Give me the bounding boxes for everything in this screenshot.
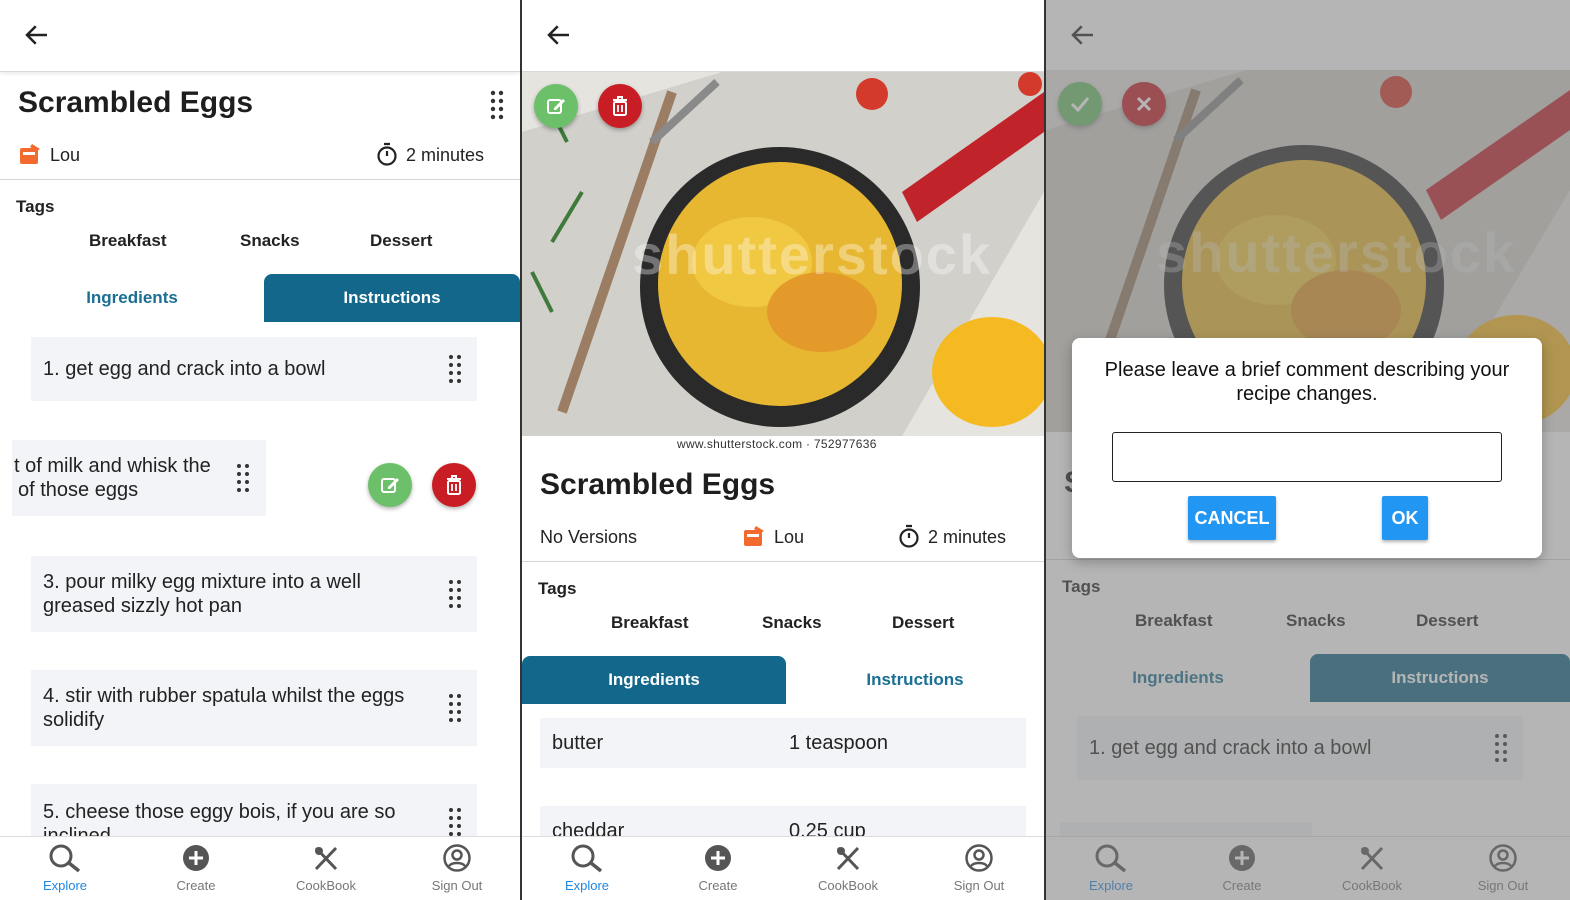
- tab-instructions[interactable]: Instructions: [264, 274, 520, 322]
- edit-icon: [547, 99, 565, 114]
- plus-circle-icon: [183, 845, 209, 871]
- panel-instructions-swipe: Scrambled Eggs Lou 2 minutes Tags Breakf…: [0, 0, 520, 900]
- instruction-item[interactable]: 4. stir with rubber spatula whilst the e…: [31, 670, 477, 746]
- cook-time: 2 minutes: [406, 145, 485, 165]
- plus-circle-icon: [705, 845, 731, 871]
- nav-label: CookBook: [818, 878, 878, 893]
- top-bar: [522, 0, 1044, 72]
- tag-breakfast[interactable]: Breakfast: [89, 231, 167, 251]
- tag-dessert[interactable]: Dessert: [370, 231, 432, 251]
- tag-snacks[interactable]: Snacks: [240, 231, 300, 251]
- account-icon: [965, 844, 993, 872]
- tags-label: Tags: [538, 579, 577, 598]
- author-name: Lou: [774, 527, 805, 547]
- nav-sign-out[interactable]: Sign Out: [407, 843, 507, 893]
- ingredient-amount: 1 teaspoon: [789, 732, 888, 754]
- recipe-title: Scrambled Eggs: [18, 86, 254, 119]
- author-name: Lou: [50, 145, 81, 165]
- search-icon: [571, 844, 603, 873]
- cook-time: 2 minutes: [928, 527, 1007, 547]
- instruction-text: 1. get egg and crack into a bowl: [43, 358, 326, 380]
- back-arrow-icon[interactable]: [22, 20, 52, 50]
- bottom-nav: Explore Create CookBook Sign Out: [0, 836, 520, 900]
- instruction-item[interactable]: 1. get egg and crack into a bowl: [31, 337, 477, 401]
- recipe-photo: shutterstock: [522, 72, 1044, 436]
- ingredient-row[interactable]: butter 1 teaspoon: [540, 718, 1026, 768]
- back-arrow-icon[interactable]: [544, 20, 574, 50]
- nav-label: Sign Out: [953, 878, 1005, 893]
- instruction-item[interactable]: 3. pour milky egg mixture into a well gr…: [31, 556, 477, 632]
- panel-ingredients: shutterstock www.shutterstock.com · 7529…: [522, 0, 1044, 900]
- panel-comment-dialog: shutterstock Scrambled Eggs Lou 2 minute…: [1046, 0, 1570, 900]
- versions-label[interactable]: No Versions: [540, 527, 637, 548]
- ingredient-name: butter: [552, 732, 604, 754]
- tag-snacks[interactable]: Snacks: [762, 613, 822, 633]
- nav-create[interactable]: Create: [668, 843, 768, 893]
- nav-cookbook[interactable]: CookBook: [276, 843, 376, 893]
- nav-label: Explore: [42, 878, 88, 893]
- tab-ingredients[interactable]: Ingredients: [0, 274, 264, 322]
- nav-explore[interactable]: Explore: [15, 843, 115, 893]
- recipe-title: Scrambled Eggs: [540, 468, 776, 501]
- instruction-text: 3. pour milky egg mixture into a well gr…: [43, 571, 361, 617]
- tag-dessert[interactable]: Dessert: [892, 613, 954, 633]
- tab-ingredients[interactable]: Ingredients: [522, 656, 786, 704]
- tag-breakfast[interactable]: Breakfast: [611, 613, 689, 633]
- search-icon: [49, 844, 81, 873]
- fork-knife-icon: [314, 846, 338, 871]
- chef-hat-icon: [744, 526, 764, 546]
- chef-hat-icon: [20, 144, 40, 164]
- nav-sign-out[interactable]: Sign Out: [929, 843, 1029, 893]
- drag-handle-icon[interactable]: [448, 807, 462, 837]
- nav-cookbook[interactable]: CookBook: [798, 843, 898, 893]
- dialog-message: Please leave a brief comment describing …: [1104, 359, 1510, 405]
- delete-step-button[interactable]: [432, 463, 476, 507]
- drag-handle-icon[interactable]: [490, 90, 504, 122]
- edit-icon: [381, 478, 399, 493]
- timer-icon: [899, 524, 919, 548]
- top-bar: [0, 0, 520, 72]
- divider: [0, 179, 520, 180]
- drag-handle-icon[interactable]: [236, 463, 250, 493]
- timer-icon: [377, 142, 397, 166]
- nav-label: Explore: [564, 878, 610, 893]
- ok-button[interactable]: OK: [1382, 496, 1428, 540]
- nav-label: CookBook: [296, 878, 356, 893]
- instruction-text: 4. stir with rubber spatula whilst the e…: [43, 685, 405, 731]
- comment-dialog: Please leave a brief comment describing …: [1072, 338, 1542, 558]
- drag-handle-icon[interactable]: [448, 579, 462, 609]
- bottom-nav: Explore Create CookBook Sign Out: [522, 836, 1044, 900]
- nav-label: Create: [176, 878, 216, 893]
- comment-input[interactable]: [1112, 432, 1502, 482]
- trash-icon: [613, 96, 627, 116]
- instruction-text: t of milk and whisk the: [14, 455, 211, 477]
- tags-label: Tags: [16, 197, 55, 216]
- watermark: shutterstock: [632, 223, 993, 286]
- tab-instructions[interactable]: Instructions: [786, 656, 1044, 704]
- nav-create[interactable]: Create: [146, 843, 246, 893]
- edit-recipe-button[interactable]: [534, 84, 578, 128]
- nav-label: Create: [698, 878, 738, 893]
- drag-handle-icon[interactable]: [448, 693, 462, 723]
- nav-label: Sign Out: [431, 878, 483, 893]
- divider: [522, 561, 1044, 562]
- drag-handle-icon[interactable]: [448, 354, 462, 384]
- edit-step-button[interactable]: [368, 463, 412, 507]
- trash-icon: [447, 475, 461, 495]
- fork-knife-icon: [836, 846, 860, 871]
- photo-credit: www.shutterstock.com · 752977636: [677, 437, 877, 451]
- account-icon: [443, 844, 471, 872]
- instruction-item-swiped[interactable]: t of milk and whisk the of those eggs: [12, 440, 266, 516]
- cancel-button[interactable]: CANCEL: [1188, 496, 1276, 540]
- nav-explore[interactable]: Explore: [537, 843, 637, 893]
- delete-recipe-button[interactable]: [598, 84, 642, 128]
- instruction-text: of those eggs: [18, 479, 139, 501]
